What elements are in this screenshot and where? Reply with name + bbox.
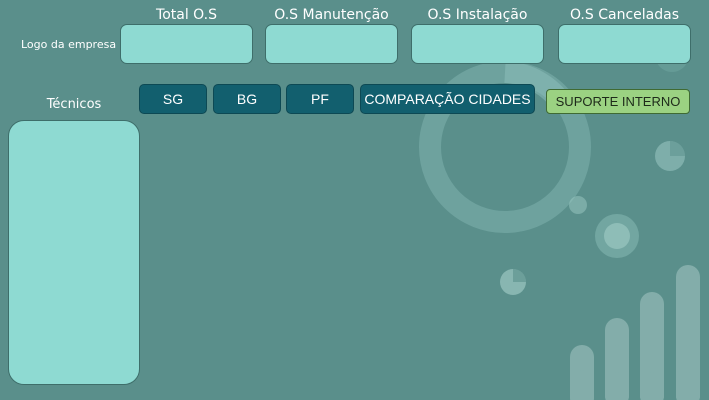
kpi-card-os-canceladas bbox=[558, 24, 691, 64]
filter-button-bg[interactable]: BG bbox=[213, 84, 281, 114]
company-logo-placeholder: Logo da empresa bbox=[21, 38, 117, 51]
kpi-label-os-canceladas: O.S Canceladas bbox=[569, 7, 679, 23]
kpi-label-os-instalacao: O.S Instalação bbox=[427, 7, 528, 23]
internal-support-button[interactable]: SUPORTE INTERNO bbox=[546, 89, 690, 114]
kpi-label-total-os: Total O.S bbox=[156, 7, 217, 23]
filter-button-pf[interactable]: PF bbox=[286, 84, 354, 114]
kpi-card-os-instalacao bbox=[411, 24, 544, 64]
kpi-card-total-os bbox=[120, 24, 253, 64]
compare-cities-button[interactable]: COMPARAÇÃO CIDADES bbox=[360, 84, 535, 114]
filter-button-sg[interactable]: SG bbox=[139, 84, 207, 114]
kpi-label-os-manutencao: O.S Manutenção bbox=[274, 7, 389, 23]
technicians-panel[interactable] bbox=[8, 120, 140, 385]
kpi-card-os-manutencao bbox=[265, 24, 398, 64]
technicians-title: Técnicos bbox=[46, 97, 102, 112]
